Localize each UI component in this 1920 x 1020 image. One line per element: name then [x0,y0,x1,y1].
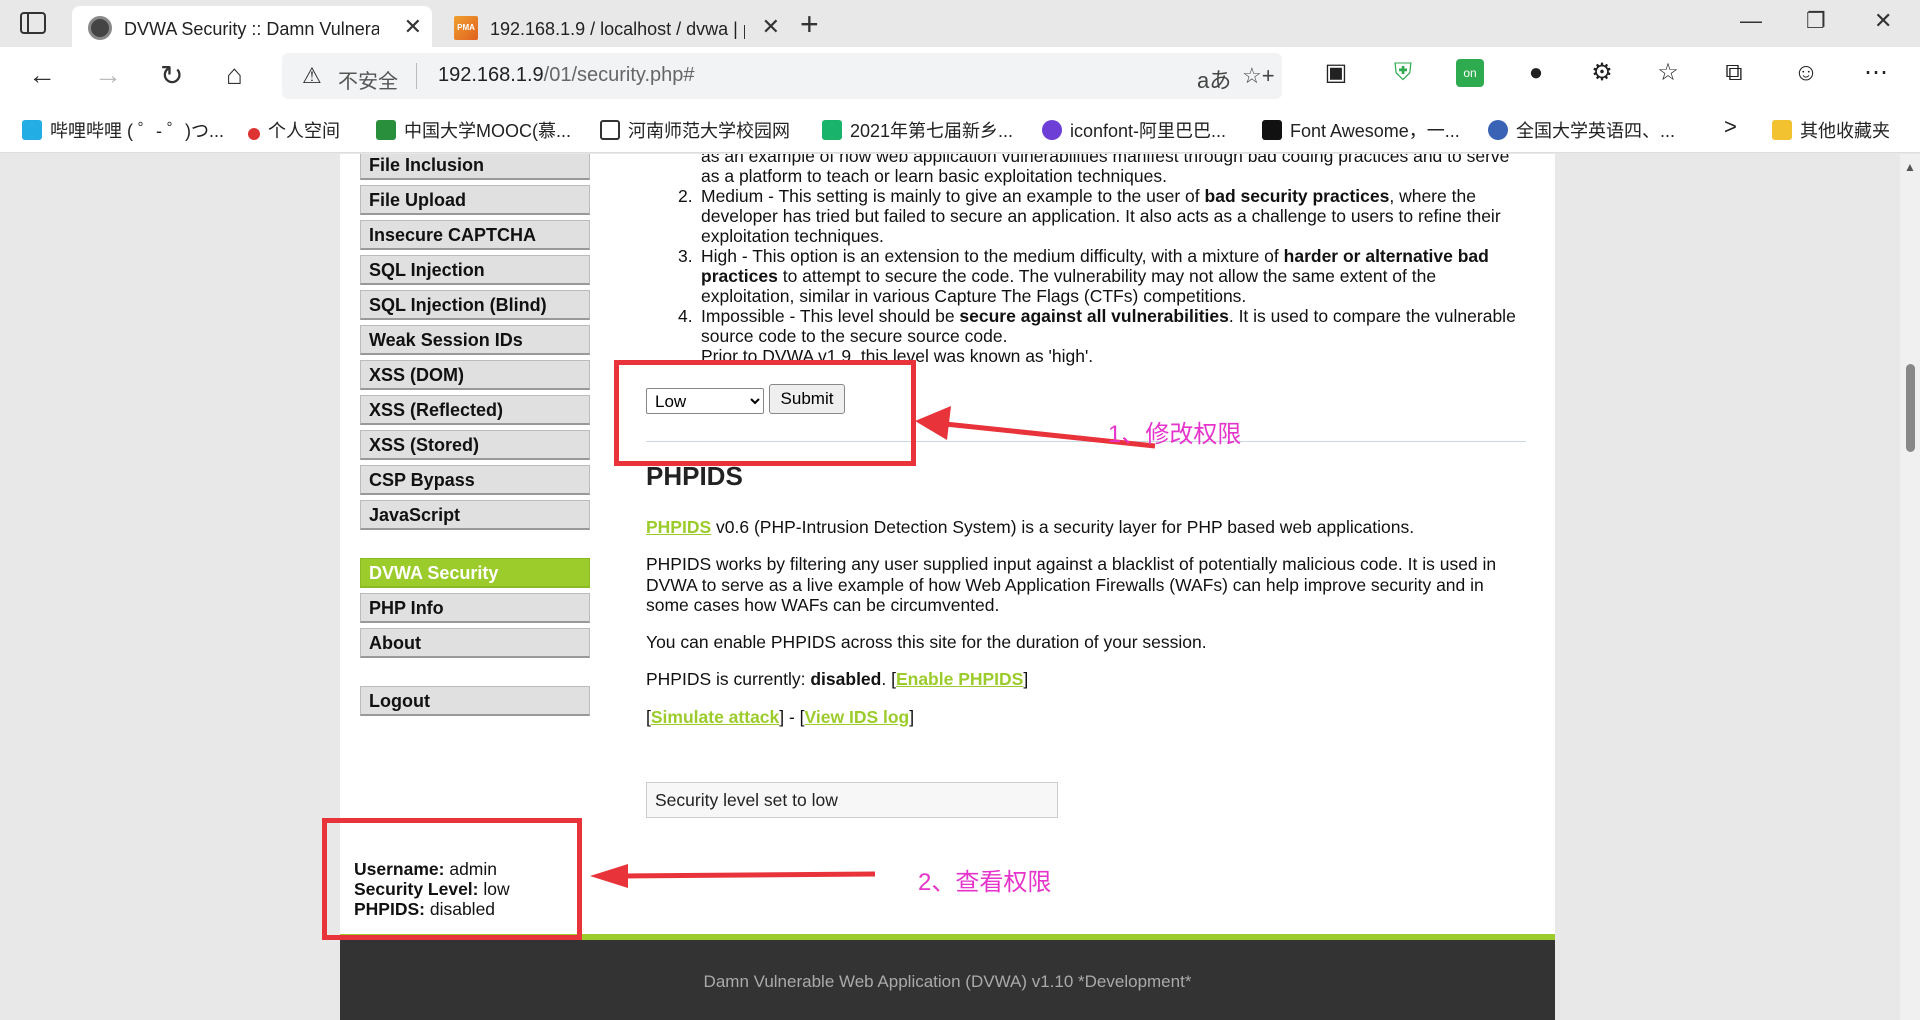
extension-icon[interactable]: ▣ [1322,59,1350,87]
address-bar[interactable]: ⚠ 不安全 192.168.1.9/01/security.php# aあ ☆+ [282,53,1282,99]
status-message: Security level set to low [646,782,1058,818]
bookmark-campus-network[interactable]: 河南师范大学校园网 [600,117,790,143]
folder-icon [1772,120,1792,140]
add-favorite-icon[interactable]: ☆+ [1242,63,1275,89]
bookmark-other-favorites[interactable]: 其他收藏夹 [1772,117,1890,143]
bilibili-icon [22,120,42,140]
menu-xss-dom[interactable]: XSS (DOM) [360,360,590,390]
annotation-arrow-2 [590,864,876,888]
record-extension-icon[interactable]: ● [1522,59,1550,87]
bookmark-competition[interactable]: 2021年第七届新乡... [822,117,1013,143]
annotation-note-2: 2、查看权限 [918,869,1052,896]
phpids-paragraph: PHPIDS works by filtering any user suppl… [646,554,1497,615]
more-bookmarks-icon[interactable]: > [1724,114,1737,140]
menu-file-upload[interactable]: File Upload [360,185,590,215]
dvwa-favicon-icon [88,16,112,40]
cet-icon [1488,120,1508,140]
home-button[interactable]: ⌂ [226,59,243,91]
footer: Damn Vulnerable Web Application (DVWA) v… [340,940,1555,1020]
page-scrollbar[interactable]: ▲ [1900,154,1920,1020]
bookmark-cet[interactable]: 全国大学英语四、... [1488,117,1675,143]
scrollbar-thumb[interactable] [1906,364,1915,452]
tab-actions-icon[interactable] [20,12,46,34]
list-item-text: as an example of how web application vul… [701,154,1510,166]
close-tab-icon[interactable]: ✕ [404,14,422,40]
page-icon [600,120,620,140]
tab-title: 192.168.1.9 / localhost / dvwa | p [490,19,745,39]
collections-icon[interactable]: ⧉ [1720,59,1748,87]
close-tab-icon[interactable]: ✕ [762,14,780,40]
favorites-icon[interactable]: ☆ [1654,59,1682,87]
reload-button[interactable]: ↻ [160,59,183,92]
scroll-up-icon[interactable]: ▲ [1904,160,1916,174]
tab-bar: DVWA Security :: Damn Vulnerab ✕ PMA 192… [0,0,1920,47]
phpids-status: PHPIDS is currently: disabled. [Enable P… [646,669,1029,689]
more-menu-icon[interactable]: ⋯ [1862,59,1890,87]
profile-avatar-icon[interactable]: ☺ [1792,59,1820,87]
mooc-icon [376,120,396,140]
restore-button[interactable]: ❐ [1806,8,1826,34]
bookmarks-bar: 哔哩哔哩 ( ゜- ゜)つ... 个人空间 中国大学MOOC(慕... 河南师范… [0,105,1920,153]
shield-extension-icon[interactable]: ⛨ [1389,59,1417,87]
phpmyadmin-favicon-icon: PMA [454,16,478,40]
phpids-enable-paragraph: You can enable PHPIDS across this site f… [646,632,1207,652]
personal-space-icon [248,128,260,140]
annotation-box-userinfo [322,818,582,940]
annotation-box-select [614,360,916,466]
menu-javascript[interactable]: JavaScript [360,500,590,530]
url-text[interactable]: 192.168.1.9/01/security.php# [438,64,695,87]
insecure-label[interactable]: 不安全 [338,65,398,94]
menu-dvwa-security[interactable]: DVWA Security [360,558,590,588]
menu-weak-session-ids[interactable]: Weak Session IDs [360,325,590,355]
back-button[interactable]: ← [28,59,56,91]
forward-button[interactable]: → [94,59,122,91]
menu-sql-injection-blind[interactable]: SQL Injection (Blind) [360,290,590,320]
extensions-puzzle-icon[interactable]: ⚙ [1588,59,1616,87]
bookmark-font-awesome[interactable]: Font Awesome，一... [1262,117,1460,143]
menu-xss-stored[interactable]: XSS (Stored) [360,430,590,460]
menu-sql-injection[interactable]: SQL Injection [360,255,590,285]
menu-csp-bypass[interactable]: CSP Bypass [360,465,590,495]
view-ids-log-link[interactable]: View IDS log [805,707,910,727]
competition-icon [822,120,842,140]
tab-title: DVWA Security :: Damn Vulnerab [124,19,379,39]
page-viewport: File Inclusion File Upload Insecure CAPT… [0,154,1900,1020]
menu-logout[interactable]: Logout [360,686,590,716]
minimize-button[interactable]: — [1740,8,1762,34]
bookmark-iconfont[interactable]: iconfont-阿里巴巴... [1042,117,1226,143]
simulate-attack-link[interactable]: Simulate attack [651,707,779,727]
address-toolbar: ← → ↻ ⌂ ⚠ 不安全 192.168.1.9/01/security.ph… [0,47,1920,105]
new-tab-button[interactable]: + [800,6,819,43]
phpids-heading: PHPIDS [646,461,743,491]
bookmark-personal-space[interactable]: 个人空间 [248,117,340,143]
font-awesome-icon [1262,120,1282,140]
warning-icon[interactable]: ⚠ [302,63,322,89]
enable-phpids-link[interactable]: Enable PHPIDS [896,669,1023,689]
iconfont-icon [1042,120,1062,140]
menu-php-info[interactable]: PHP Info [360,593,590,623]
menu-xss-reflected[interactable]: XSS (Reflected) [360,395,590,425]
url-divider [416,63,417,89]
menu-insecure-captcha[interactable]: Insecure CAPTCHA [360,220,590,250]
bookmark-bilibili[interactable]: 哔哩哔哩 ( ゜- ゜)つ... [22,117,224,143]
menu-file-inclusion[interactable]: File Inclusion [360,154,590,180]
read-aloud-icon[interactable]: aあ [1197,63,1231,95]
toggle-extension-icon[interactable]: on [1456,59,1484,87]
annotation-note-1: 1、修改权限 [1108,421,1242,448]
menu-about[interactable]: About [360,628,590,658]
phpids-description: PHPIDS v0.6 (PHP-Intrusion Detection Sys… [646,517,1415,537]
phpids-link[interactable]: PHPIDS [646,517,711,537]
phpids-actions: [Simulate attack] - [View IDS log] [646,707,915,727]
close-window-button[interactable]: ✕ [1874,8,1892,34]
tab-dvwa-security[interactable]: DVWA Security :: Damn Vulnerab ✕ [72,6,432,47]
tab-phpmyadmin[interactable]: PMA 192.168.1.9 / localhost / dvwa | p ✕ [438,6,790,47]
bookmark-mooc[interactable]: 中国大学MOOC(慕... [376,117,571,143]
list-item-text: as a platform to teach or learn basic ex… [701,166,1167,186]
